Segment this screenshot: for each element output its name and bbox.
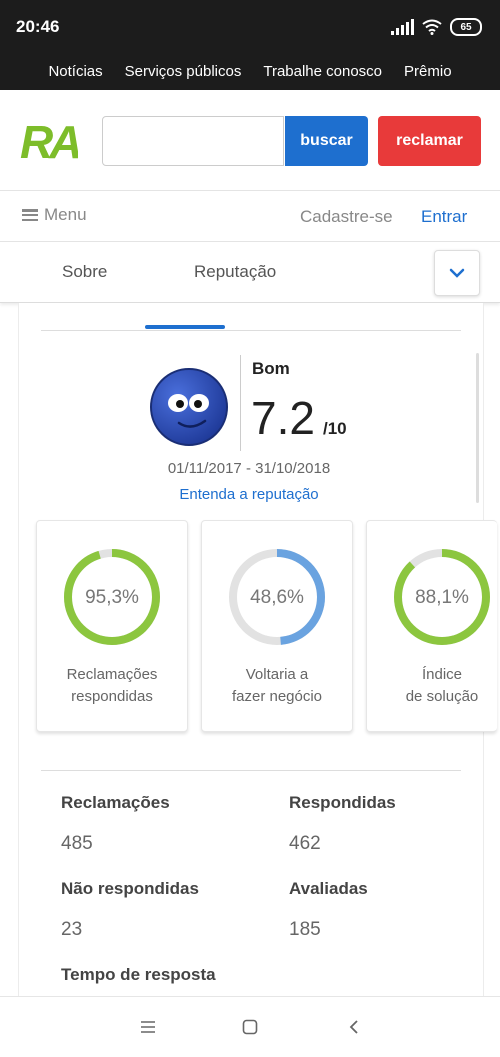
metric-card-solution-index: 88,1% Índice de solução: [366, 520, 497, 732]
metric-label-line2: fazer negócio: [231, 688, 323, 705]
divider: [41, 330, 461, 331]
nav-link-public-services[interactable]: Serviços públicos: [125, 63, 242, 80]
metric-label: Voltaria a fazer negócio: [202, 664, 352, 708]
logo-text: RA: [20, 116, 78, 164]
search-button[interactable]: buscar: [285, 116, 368, 166]
system-nav-bar: [0, 996, 500, 1057]
battery-icon: 65: [450, 18, 482, 36]
menu-lines-icon[interactable]: [136, 1015, 160, 1039]
status-time: 20:46: [16, 17, 60, 36]
metric-label-line1: Reclamações: [66, 666, 158, 683]
metric-label-line2: respondidas: [71, 688, 153, 705]
nav-link-award[interactable]: Prêmio: [404, 63, 452, 80]
tabs-toggle-button[interactable]: [434, 250, 480, 296]
status-bar: 20:46 65: [0, 0, 500, 52]
stat-complaints-value: 485: [61, 833, 93, 854]
status-icons: 65: [391, 16, 482, 38]
signup-link[interactable]: Cadastre-se: [300, 207, 393, 227]
reputation-panel: Bom 7.2 /10 01/11/2017 - 31/10/2018 Ente…: [18, 303, 497, 1003]
nav-link-careers[interactable]: Trabalhe conosco: [263, 63, 382, 80]
active-tab-indicator: [145, 325, 225, 329]
rating-max: /10: [323, 419, 347, 438]
hamburger-icon: [22, 209, 38, 221]
rating-label: Bom: [252, 359, 290, 378]
metric-value: 48,6%: [250, 587, 304, 608]
metric-label-line1: Índice: [421, 666, 463, 683]
back-chevron-icon[interactable]: [342, 1015, 366, 1039]
metric-label: Índice de solução: [367, 664, 497, 708]
rating-separator: [240, 355, 241, 451]
metric-label-line2: de solução: [405, 688, 479, 705]
stat-response-time-label: Tempo de resposta: [61, 965, 216, 984]
reputation-period: 01/11/2017 - 31/10/2018: [167, 460, 331, 477]
rating-score: 7.2: [251, 392, 315, 444]
metric-value: 88,1%: [415, 587, 469, 608]
stat-unanswered-value: 23: [61, 919, 83, 940]
nav-link-news[interactable]: Notícias: [48, 63, 102, 80]
tab-about[interactable]: Sobre: [62, 262, 107, 282]
understand-reputation-link[interactable]: Entenda a reputação: [19, 486, 479, 503]
complain-button[interactable]: reclamar: [378, 116, 481, 166]
menu-button[interactable]: Menu: [22, 205, 87, 225]
smiley-face-icon: [150, 368, 228, 446]
home-square-icon[interactable]: [238, 1015, 262, 1039]
chevron-down-icon: [449, 268, 465, 278]
stat-answered-label: Respondidas: [289, 793, 396, 812]
menu-label: Menu: [44, 205, 87, 224]
scrollbar[interactable]: [476, 353, 479, 503]
stat-complaints-label: Reclamações: [61, 793, 170, 812]
stat-unanswered-label: Não respondidas: [61, 879, 199, 898]
stat-rated-value: 185: [289, 919, 321, 940]
menu-row: Menu Cadastre-se Entrar: [0, 190, 500, 242]
search-input[interactable]: [102, 116, 284, 166]
tab-reputation[interactable]: Reputação: [194, 262, 276, 282]
battery-level: 65: [460, 21, 472, 33]
stat-rated-label: Avaliadas: [289, 879, 368, 898]
signal-icon: [391, 19, 414, 35]
wifi-icon: [422, 19, 442, 35]
metric-card-answered: 95,3% Reclamações respondidas: [36, 520, 188, 732]
metric-label-line1: Voltaria a: [245, 666, 309, 683]
section-tabs: Sobre Reputação: [0, 242, 500, 303]
metric-label: Reclamações respondidas: [37, 664, 187, 708]
metric-card-would-return: 48,6% Voltaria a fazer negócio: [201, 520, 353, 732]
stat-answered-value: 462: [289, 833, 321, 854]
ra-logo[interactable]: RA: [20, 116, 78, 164]
top-nav: Notícias Serviços públicos Trabalhe cono…: [0, 52, 500, 90]
login-link[interactable]: Entrar: [421, 207, 467, 227]
divider: [41, 770, 461, 771]
metric-value: 95,3%: [85, 587, 139, 608]
